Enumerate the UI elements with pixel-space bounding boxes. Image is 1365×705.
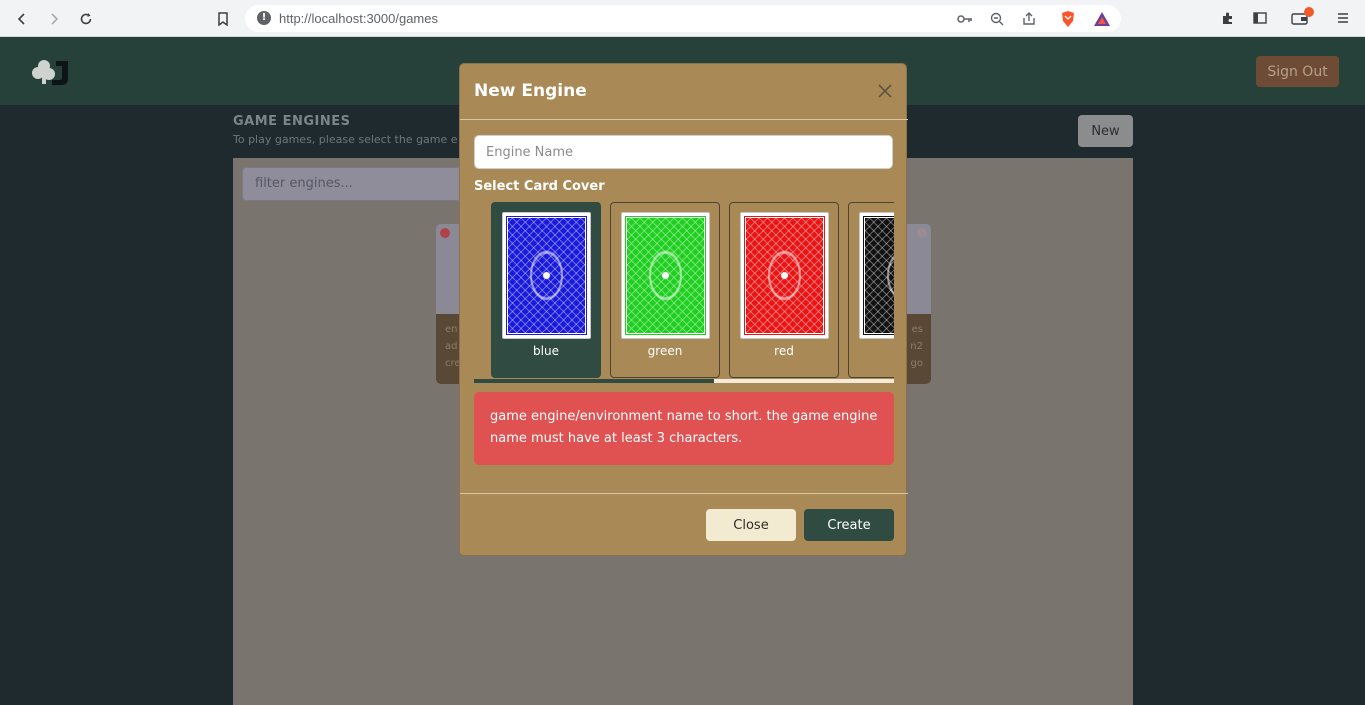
address-bar[interactable]: ! http://localhost:3000/games xyxy=(245,5,1121,32)
share-icon[interactable] xyxy=(1020,10,1038,28)
card-pattern xyxy=(506,216,587,335)
url-text: http://localhost:3000/games xyxy=(279,11,438,26)
brave-shield-icon[interactable] xyxy=(1059,10,1077,28)
close-icon[interactable] xyxy=(874,80,896,102)
cover-scrollbar[interactable] xyxy=(474,379,894,383)
close-button[interactable]: Close xyxy=(706,509,796,541)
card-back-image xyxy=(502,212,591,339)
browser-toolbar: ! http://localhost:3000/games xyxy=(0,0,1365,37)
bookmark-icon[interactable] xyxy=(212,8,234,30)
key-icon[interactable] xyxy=(956,10,974,28)
sidebar-icon[interactable] xyxy=(1250,8,1270,28)
card-back-image xyxy=(621,212,710,339)
info-icon[interactable]: ! xyxy=(257,11,271,25)
zoom-icon[interactable] xyxy=(988,10,1006,28)
forward-icon[interactable] xyxy=(43,8,65,30)
scrollbar-thumb[interactable] xyxy=(474,379,714,383)
modal-title: New Engine xyxy=(474,81,587,101)
card-cover-label: blue xyxy=(533,344,559,358)
notification-badge xyxy=(1304,7,1314,17)
back-icon[interactable] xyxy=(11,8,33,30)
divider xyxy=(460,119,908,120)
error-alert: game engine/environment name to short. t… xyxy=(474,392,894,465)
divider xyxy=(460,493,908,494)
menu-icon[interactable] xyxy=(1333,8,1353,28)
card-cover-option[interactable]: red xyxy=(729,202,839,378)
create-button[interactable]: Create xyxy=(804,509,894,541)
card-pattern xyxy=(744,216,825,335)
card-cover-option[interactable]: blue xyxy=(491,202,601,378)
card-cover-list[interactable]: blue green red b xyxy=(474,202,894,384)
card-back-image xyxy=(740,212,829,339)
new-engine-modal: New Engine Select Card Cover blue green … xyxy=(459,63,908,556)
card-cover-option[interactable]: green xyxy=(610,202,720,378)
card-cover-label: red xyxy=(774,344,794,358)
card-pattern xyxy=(625,216,706,335)
card-cover-label: green xyxy=(647,344,683,358)
card-pattern xyxy=(863,216,894,335)
reload-icon[interactable] xyxy=(75,8,97,30)
select-card-cover-label: Select Card Cover xyxy=(474,179,605,194)
card-cover-option[interactable]: b xyxy=(848,202,894,378)
brave-rewards-icon[interactable] xyxy=(1093,10,1111,28)
engine-name-input[interactable] xyxy=(474,135,893,169)
card-back-image xyxy=(859,212,894,339)
card-cover-label: b xyxy=(849,344,894,358)
extensions-icon[interactable] xyxy=(1218,8,1238,28)
